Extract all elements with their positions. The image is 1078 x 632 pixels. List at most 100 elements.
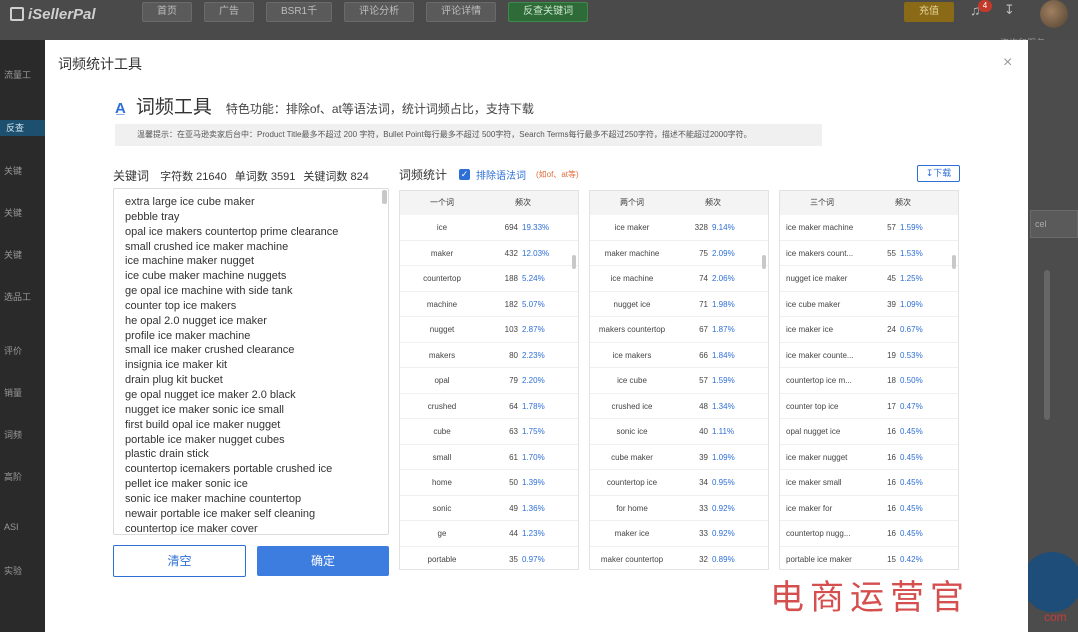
sidebar-item-kw2[interactable]: 关键 — [4, 206, 45, 219]
app-logo[interactable]: iSellerPal — [10, 6, 96, 23]
term-cell: maker — [430, 248, 454, 258]
tab-review-analysis[interactable]: 评论分析 — [344, 2, 415, 22]
close-icon[interactable]: × — [1003, 54, 1012, 72]
percent-cell: 0.45% — [900, 529, 923, 538]
keyword-line: ice cube maker machine nuggets — [125, 270, 287, 283]
count-cell: 75 — [699, 248, 708, 258]
percent-cell: 1.09% — [900, 299, 923, 309]
download-label: 下载 — [933, 168, 952, 178]
table-row: maker machine 75 2.09% — [590, 241, 768, 266]
textarea-scrollbar[interactable] — [382, 190, 387, 204]
table-header: 两个词 频次 — [590, 191, 768, 215]
count-cell: 35 — [509, 554, 518, 564]
sidebar-item-advanced[interactable]: 高阶 — [4, 470, 45, 483]
tool-header: A̲ 词频工具 特色功能：排除of、at等语法词，统计词频占比，支持下载 — [115, 92, 534, 119]
term-cell: ice makers — [612, 350, 652, 360]
notification-badge: 4 — [978, 0, 992, 12]
percent-cell: 1.25% — [900, 274, 923, 283]
exclude-checkbox[interactable]: ✓ — [459, 169, 471, 180]
tab-reverse-keyword[interactable]: 反查关键词 — [508, 2, 589, 22]
sidebar-item-product[interactable]: 选品工 — [4, 290, 45, 303]
app-sidebar: 流量工 反查 关键 关键 关键 选品工 评价 销量 词频 高阶 ASI 实验 — [0, 40, 45, 632]
col-word: 一个词 — [430, 198, 454, 207]
count-cell: 694 — [504, 223, 518, 232]
exclude-note: (如of、at等) — [536, 170, 579, 179]
percent-cell: 1.23% — [522, 529, 545, 538]
table-row: ice 694 19.33% — [400, 215, 578, 241]
count-cell: 71 — [699, 299, 708, 309]
count-cell: 19 — [887, 350, 896, 360]
confirm-button[interactable]: 确定 — [257, 546, 389, 576]
table-scrollbar[interactable] — [762, 255, 766, 269]
keyword-line: countertop icemakers portable crushed ic… — [125, 463, 333, 476]
sidebar-item-kw1[interactable]: 关键 — [4, 164, 45, 177]
percent-cell: 1.53% — [900, 248, 923, 258]
sidebar-item-traffic[interactable]: 流量工 — [4, 68, 45, 81]
sidebar-item-asin[interactable]: ASI — [4, 522, 45, 532]
floating-chat-button[interactable] — [1022, 552, 1078, 612]
tab-home[interactable]: 首页 — [142, 2, 192, 22]
table-row: home 50 1.39% — [400, 470, 578, 496]
percent-cell: 19.33% — [522, 223, 550, 232]
keyword-count: 关键词数 824 — [303, 171, 369, 183]
stats-header: 词频统计 ✓ 排除语法词 (如of、at等) — [399, 166, 579, 183]
term-cell: maker countertop — [600, 554, 664, 564]
percent-cell: 0.53% — [900, 350, 923, 360]
count-cell: 188 — [504, 274, 518, 283]
background-scrollbar — [1044, 270, 1050, 420]
table-scrollbar[interactable] — [572, 255, 576, 269]
percent-cell: 0.92% — [712, 503, 735, 513]
clear-button[interactable]: 清空 — [113, 545, 246, 577]
recharge-button[interactable]: 充值 — [904, 2, 954, 22]
tab-bsr[interactable]: BSR1千 — [266, 2, 333, 22]
keyword-line: newair portable ice maker self cleaning — [125, 507, 316, 520]
table-row: ice maker nugget 16 0.45% — [780, 445, 958, 470]
term-cell: ice maker machine — [786, 223, 854, 232]
term-cell: makers countertop — [598, 325, 666, 334]
sidebar-item-reverse[interactable]: 反查 — [0, 120, 45, 136]
count-cell: 33 — [699, 503, 708, 513]
count-cell: 64 — [509, 401, 518, 411]
table-row: countertop ice 34 0.95% — [590, 470, 768, 496]
table-row: ice maker for 16 0.45% — [780, 496, 958, 521]
term-cell: portable — [427, 554, 457, 564]
table-scrollbar[interactable] — [952, 255, 956, 269]
percent-cell: 1.34% — [712, 401, 735, 411]
background-input: cel — [1030, 210, 1078, 238]
sidebar-item-wordfreq[interactable]: 词频 — [4, 428, 45, 441]
two-word-table: 两个词 频次 ice maker 328 9.14% maker machine 75 2… — [589, 190, 769, 570]
tab-review-detail[interactable]: 评论详情 — [426, 2, 497, 22]
download-button[interactable]: ↧下载 — [917, 165, 960, 182]
term-cell: home — [431, 478, 452, 487]
avatar[interactable] — [1040, 0, 1068, 28]
count-cell: 57 — [699, 376, 708, 385]
term-cell: makers — [428, 350, 456, 360]
term-cell: for home — [616, 503, 648, 513]
exclude-label[interactable]: 排除语法词 — [476, 167, 526, 182]
table-row: sonic 49 1.36% — [400, 496, 578, 521]
percent-cell: 0.92% — [712, 529, 735, 538]
sidebar-item-sales[interactable]: 销量 — [4, 386, 45, 399]
keyword-line: drain plug kit bucket — [125, 374, 223, 387]
table-row: nugget ice maker 45 1.25% — [780, 266, 958, 292]
count-cell: 103 — [504, 325, 518, 334]
table-row: countertop ice m... 18 0.50% — [780, 368, 958, 394]
tab-ads[interactable]: 广告 — [204, 2, 254, 22]
keyword-line: ice machine maker nugget — [125, 255, 255, 268]
sidebar-item-review[interactable]: 评价 — [4, 344, 45, 357]
term-cell: nugget — [429, 325, 455, 334]
table-row: ice cube 57 1.59% — [590, 368, 768, 394]
sidebar-item-lab[interactable]: 实验 — [4, 564, 45, 577]
percent-cell: 1.39% — [522, 478, 545, 487]
percent-cell: 2.20% — [522, 376, 545, 385]
keyword-line: countertop ice maker cover — [125, 522, 258, 535]
count-cell: 16 — [887, 478, 896, 487]
stats-label: 词频统计 — [399, 168, 448, 182]
percent-cell: 2.09% — [712, 248, 735, 258]
download-icon[interactable]: ↧ — [1004, 2, 1015, 18]
term-cell: ice makers count... — [786, 248, 854, 258]
keyword-textarea[interactable]: extra large ice cube maker pebble tray opa… — [113, 188, 389, 535]
col-freq: 频次 — [705, 198, 721, 207]
count-cell: 16 — [887, 503, 896, 513]
sidebar-item-kw3[interactable]: 关键 — [4, 248, 45, 261]
